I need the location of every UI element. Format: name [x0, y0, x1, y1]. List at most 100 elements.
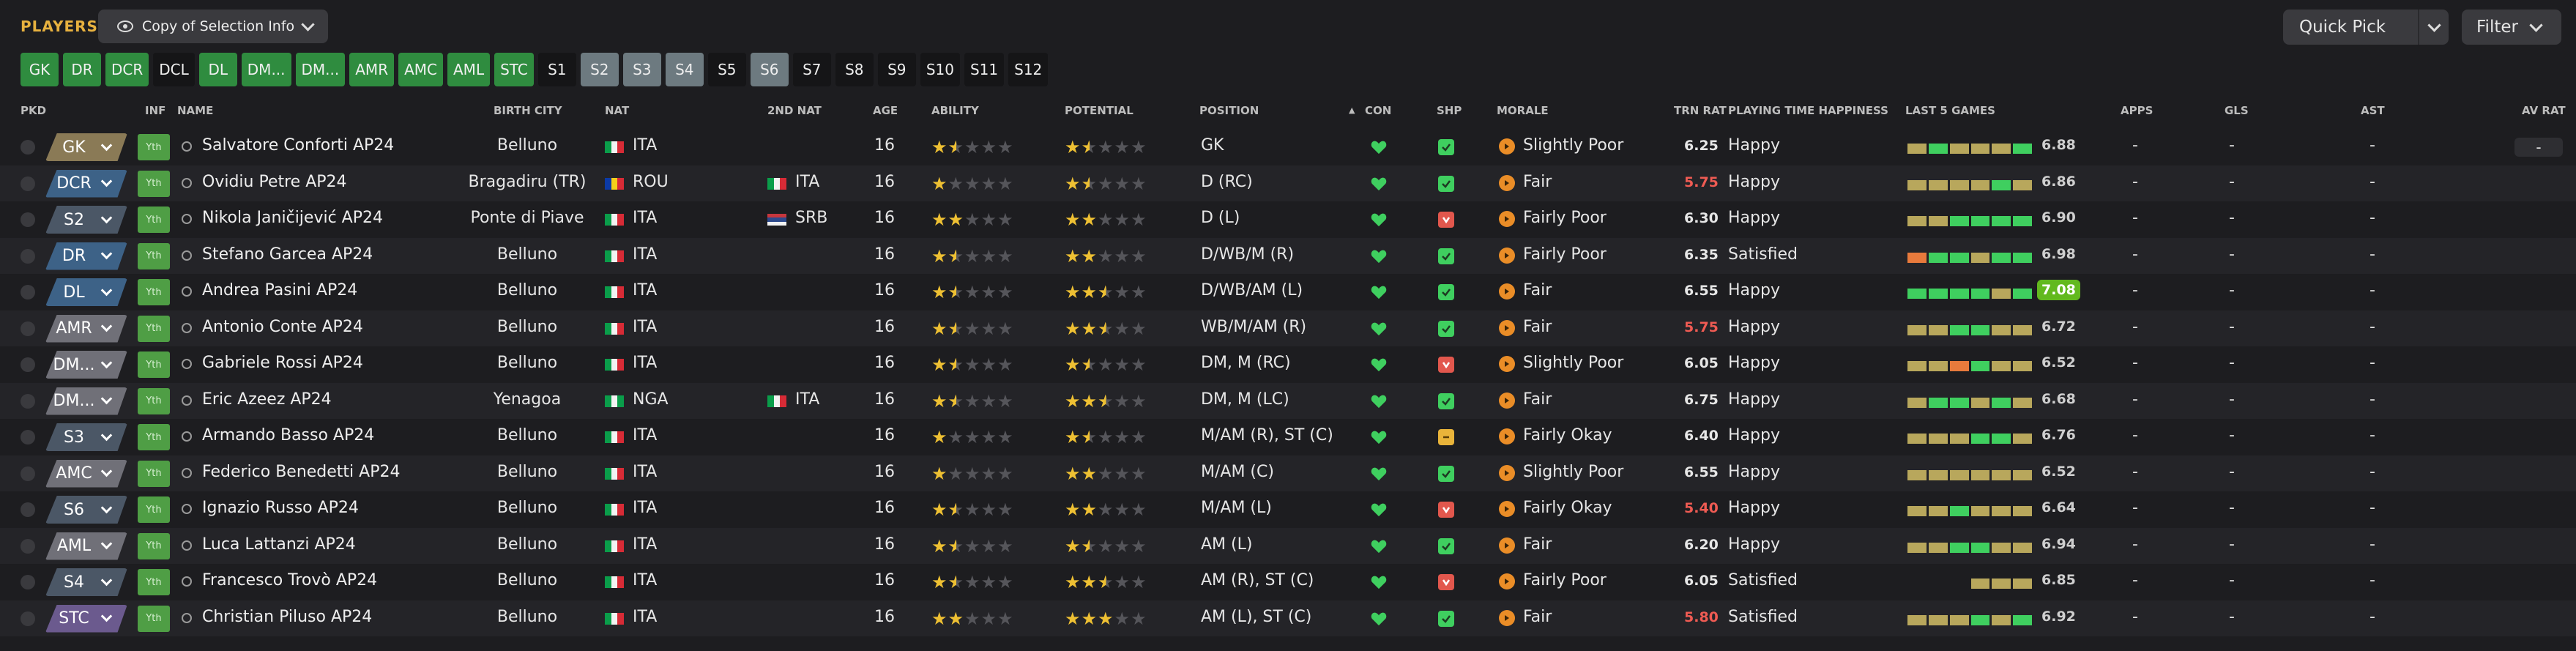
table-row[interactable]: AMC Yth Federico Benedetti AP24 Belluno ITA 1…: [0, 455, 2576, 491]
table-row[interactable]: STC Yth Christian Piluso AP24 Belluno ITA 16 ★…: [0, 600, 2576, 636]
table-row[interactable]: DCR Yth Ovidiu Petre AP24 Bragadiru (TR) ROU…: [0, 165, 2576, 201]
table-row[interactable]: DM... Yth Gabriele Rossi AP24 Belluno ITA 16 ★…: [0, 346, 2576, 383]
table-row[interactable]: DL Yth Andrea Pasini AP24 Belluno ITA 16 ★★★★★…: [0, 274, 2576, 310]
selection-slot[interactable]: S3: [622, 53, 661, 86]
pick-checkbox[interactable]: [21, 248, 35, 264]
table-row[interactable]: GK Yth Salvatore Conforti AP24 Belluno ITA 16…: [0, 129, 2576, 165]
pick-checkbox[interactable]: [21, 321, 35, 336]
col-trn-rat[interactable]: TRN RAT: [1674, 104, 1727, 117]
selection-slot[interactable]: S8: [835, 53, 874, 86]
col-last5[interactable]: LAST 5 GAMES: [1905, 104, 1995, 117]
selection-slot[interactable]: DL: [198, 53, 237, 86]
col-ability[interactable]: ABILITY: [931, 104, 979, 117]
position-selector[interactable]: S2: [45, 206, 127, 234]
player-name[interactable]: Eric Azeez AP24: [202, 390, 332, 409]
selection-slot[interactable]: S12: [1008, 53, 1049, 86]
col-birth-city[interactable]: BIRTH CITY: [494, 104, 562, 117]
selection-slot[interactable]: DR: [63, 53, 101, 86]
selection-slot[interactable]: S7: [792, 53, 831, 86]
col-nat[interactable]: NAT: [605, 104, 629, 117]
position-selector[interactable]: AML: [45, 532, 127, 560]
player-name[interactable]: Gabriele Rossi AP24: [202, 354, 363, 372]
table-row[interactable]: S6 Yth Ignazio Russo AP24 Belluno ITA 16 ★★★★★…: [0, 491, 2576, 528]
col-av-rat[interactable]: AV RAT: [2522, 104, 2566, 117]
position-selector[interactable]: DM...: [45, 387, 127, 415]
col-morale[interactable]: MORALE: [1497, 104, 1549, 117]
pick-checkbox[interactable]: [21, 502, 35, 517]
col-pkd[interactable]: PKD: [21, 104, 46, 117]
col-2nd-nat[interactable]: 2ND NAT: [767, 104, 822, 117]
position-selector[interactable]: STC: [45, 604, 127, 633]
position-selector[interactable]: S6: [45, 496, 127, 524]
position-selector[interactable]: S4: [45, 568, 127, 596]
pick-checkbox[interactable]: [21, 466, 35, 481]
selection-slot[interactable]: S9: [877, 53, 916, 86]
pick-checkbox[interactable]: [21, 357, 35, 372]
selection-slot[interactable]: DCL: [153, 53, 195, 86]
table-row[interactable]: S2 Yth Nikola Janičijević AP24 Ponte di Pia…: [0, 201, 2576, 238]
player-name[interactable]: Andrea Pasini AP24: [202, 281, 357, 300]
selection-slot[interactable]: S5: [707, 53, 746, 86]
selection-slot[interactable]: DM...: [295, 53, 346, 86]
table-row[interactable]: AMR Yth Antonio Conte AP24 Belluno ITA 16 ★★★★…: [0, 310, 2576, 346]
copy-selection-dropdown[interactable]: Copy of Selection Info: [98, 10, 328, 43]
selection-slot[interactable]: AMR: [349, 53, 395, 86]
selection-slot[interactable]: S11: [964, 53, 1005, 86]
position-selector[interactable]: DCR: [45, 169, 127, 198]
player-name[interactable]: Armando Basso AP24: [202, 426, 374, 444]
position-selector[interactable]: AMR: [45, 314, 127, 343]
player-name[interactable]: Christian Piluso AP24: [202, 608, 372, 626]
col-inf[interactable]: INF: [145, 104, 165, 117]
col-con[interactable]: CON: [1365, 104, 1391, 117]
col-ast[interactable]: AST: [2361, 104, 2385, 117]
table-row[interactable]: S3 Yth Armando Basso AP24 Belluno ITA 16 ★★★★★…: [0, 419, 2576, 455]
pick-checkbox[interactable]: [21, 285, 35, 300]
player-name[interactable]: Federico Benedetti AP24: [202, 463, 400, 481]
selection-slot[interactable]: S6: [750, 53, 789, 86]
table-row[interactable]: AML Yth Luca Lattanzi AP24 Belluno ITA 16 ★★★★…: [0, 527, 2576, 564]
selection-slot[interactable]: S10: [920, 53, 960, 86]
player-name[interactable]: Luca Lattanzi AP24: [202, 535, 356, 554]
position-selector[interactable]: GK: [45, 133, 127, 161]
pick-checkbox[interactable]: [21, 212, 35, 227]
pick-checkbox[interactable]: [21, 140, 35, 155]
quick-pick-dropdown[interactable]: [2419, 18, 2449, 32]
table-row[interactable]: S4 Yth Francesco Trovò AP24 Belluno ITA 16 ★★★…: [0, 564, 2576, 600]
pick-checkbox[interactable]: [21, 393, 35, 409]
quick-pick-button[interactable]: Quick Pick: [2283, 10, 2449, 45]
player-name[interactable]: Francesco Trovò AP24: [202, 571, 377, 589]
position-selector[interactable]: AMC: [45, 459, 127, 488]
col-shp[interactable]: SHP: [1437, 104, 1462, 117]
col-age[interactable]: AGE: [873, 104, 898, 117]
col-potential[interactable]: POTENTIAL: [1065, 104, 1133, 117]
selection-slot[interactable]: DCR: [105, 53, 149, 86]
selection-slot[interactable]: GK: [21, 53, 59, 86]
pick-checkbox[interactable]: [21, 538, 35, 554]
selection-slot[interactable]: AML: [447, 53, 491, 86]
player-name[interactable]: Ignazio Russo AP24: [202, 499, 359, 517]
col-gls[interactable]: GLS: [2225, 104, 2249, 117]
selection-slot[interactable]: S4: [665, 53, 704, 86]
selection-slot[interactable]: STC: [494, 53, 534, 86]
position-selector[interactable]: DR: [45, 242, 127, 270]
col-pt-happiness[interactable]: PLAYING TIME HAPPINESS: [1728, 104, 1888, 117]
player-name[interactable]: Ovidiu Petre AP24: [202, 173, 347, 191]
player-name[interactable]: Salvatore Conforti AP24: [202, 136, 394, 155]
col-position[interactable]: POSITION: [1199, 104, 1259, 117]
pick-checkbox[interactable]: [21, 430, 35, 444]
filter-button[interactable]: Filter: [2462, 10, 2561, 45]
selection-slot[interactable]: S1: [537, 53, 576, 86]
col-apps[interactable]: APPS: [2121, 104, 2153, 117]
selection-slot[interactable]: DM...: [241, 53, 291, 86]
pick-checkbox[interactable]: [21, 575, 35, 589]
col-name[interactable]: NAME: [177, 104, 213, 117]
player-name[interactable]: Antonio Conte AP24: [202, 318, 363, 336]
pick-checkbox[interactable]: [21, 176, 35, 191]
table-row[interactable]: DR Yth Stefano Garcea AP24 Belluno ITA 16 ★★★★…: [0, 237, 2576, 274]
player-name[interactable]: Nikola Janičijević AP24: [202, 209, 383, 227]
selection-slot[interactable]: AMC: [398, 53, 443, 86]
selection-slot[interactable]: S2: [580, 53, 619, 86]
table-row[interactable]: DM... Yth Eric Azeez AP24 Yenagoa NGA ITA 16 ★★…: [0, 382, 2576, 419]
position-selector[interactable]: S3: [45, 423, 127, 451]
position-selector[interactable]: DM...: [45, 351, 127, 379]
